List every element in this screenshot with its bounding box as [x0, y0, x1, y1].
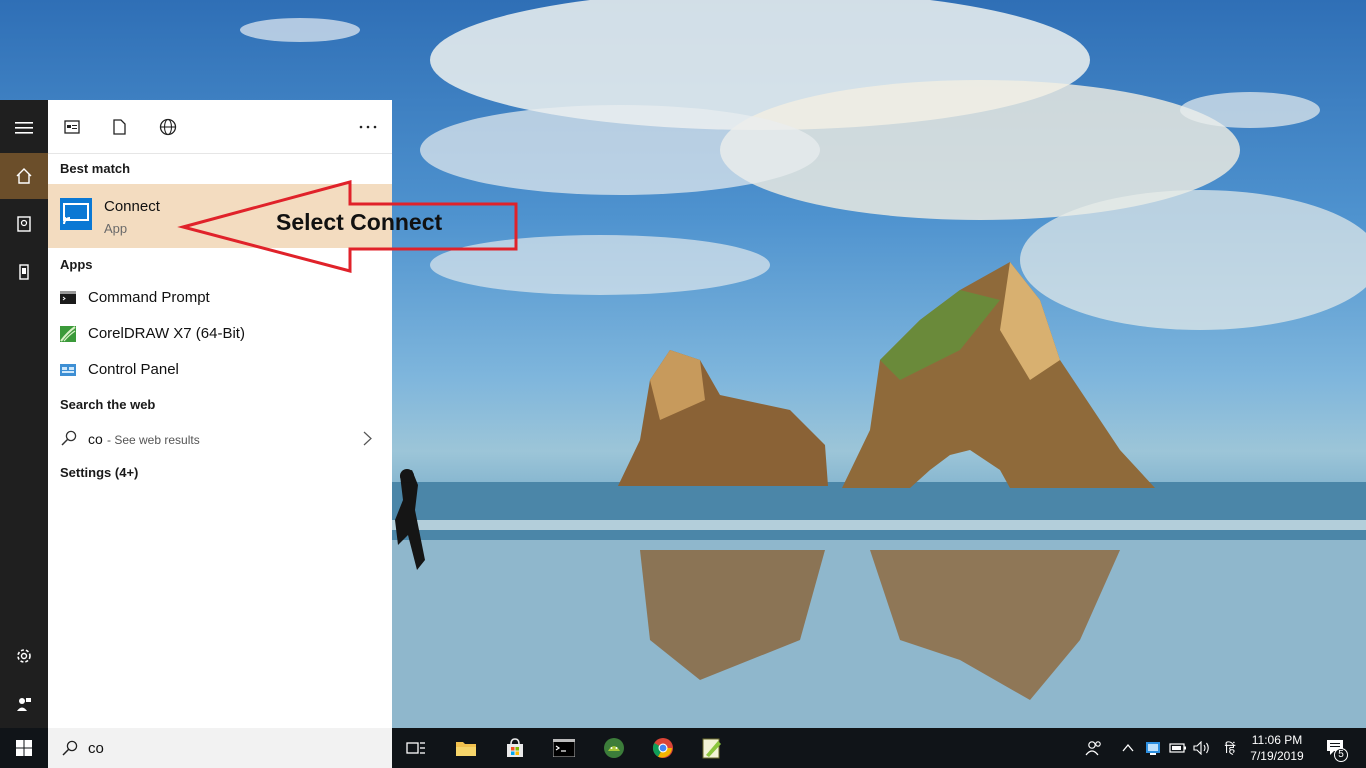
search-filter-bar	[48, 100, 392, 154]
people-icon	[1085, 741, 1101, 756]
control-panel-icon	[60, 364, 76, 376]
apps-filter-button[interactable]	[60, 115, 84, 139]
web-query: co	[88, 431, 103, 447]
start-menu-rail	[0, 100, 48, 728]
device-icon	[19, 264, 29, 280]
network-tray-button[interactable]	[1142, 728, 1164, 768]
battery-button[interactable]	[1167, 728, 1189, 768]
speaker-icon	[1193, 741, 1209, 755]
windows-logo-icon	[16, 740, 32, 756]
task-view-button[interactable]	[394, 728, 438, 768]
taskbar: co हिं 11:06 PM 7/19/2019 5	[0, 728, 1366, 768]
folder-icon	[456, 742, 476, 756]
editor-app-button[interactable]	[690, 728, 734, 768]
expand-menu-button[interactable]	[0, 105, 48, 151]
chrome-button[interactable]	[641, 728, 685, 768]
connect-app-icon	[60, 198, 92, 230]
input-language-indicator[interactable]: हिं	[1219, 728, 1241, 768]
document-icon	[112, 119, 126, 135]
apps-filter-icon	[64, 120, 80, 134]
home-button[interactable]	[0, 153, 48, 199]
people-button[interactable]	[1081, 728, 1107, 768]
store-button[interactable]	[493, 728, 537, 768]
feedback-button[interactable]	[0, 681, 48, 727]
chevron-up-icon	[1122, 744, 1134, 752]
battery-icon	[1169, 743, 1186, 753]
store-bag-icon	[507, 738, 523, 757]
search-results-panel: Best match Connect App Apps Command Prom…	[48, 100, 392, 728]
chevron-right-icon	[363, 431, 372, 446]
task-view-icon	[406, 742, 425, 754]
more-options-button[interactable]	[356, 115, 380, 139]
hamburger-icon	[15, 122, 33, 134]
web-filter-button[interactable]	[156, 115, 180, 139]
command-prompt-icon	[60, 291, 76, 304]
search-icon	[61, 430, 77, 446]
devices-button[interactable]	[0, 249, 48, 295]
coreldraw-icon	[60, 326, 76, 342]
globe-icon	[159, 118, 177, 136]
android-studio-button[interactable]	[592, 728, 636, 768]
search-web-heading: Search the web	[60, 397, 156, 412]
start-button[interactable]	[2, 728, 46, 768]
app-result-coreldraw[interactable]: CorelDRAW X7 (64-Bit)	[48, 317, 392, 351]
web-search-result[interactable]: co - See web results	[48, 422, 392, 456]
documents-button[interactable]	[0, 201, 48, 247]
annotation-label: Select Connect	[276, 209, 443, 235]
search-input[interactable]: co	[88, 740, 104, 757]
settings-button[interactable]	[0, 633, 48, 679]
web-result-suffix: - See web results	[107, 433, 200, 447]
best-match-type: App	[104, 221, 128, 236]
documents-filter-button[interactable]	[107, 115, 131, 139]
notepad-plus-icon	[702, 738, 721, 759]
settings-heading[interactable]: Settings (4+)	[60, 465, 138, 480]
app-name: CorelDRAW X7 (64-Bit)	[88, 325, 245, 342]
person-feedback-icon	[17, 698, 31, 711]
best-match-name: Connect	[104, 198, 160, 215]
show-hidden-icons-button[interactable]	[1118, 728, 1138, 768]
apps-heading: Apps	[60, 257, 93, 272]
home-icon	[16, 168, 32, 184]
taskbar-search-box[interactable]: co	[48, 728, 392, 768]
volume-button[interactable]	[1190, 728, 1214, 768]
gear-icon	[17, 649, 31, 663]
notification-count-badge: 5	[1334, 748, 1348, 762]
android-studio-icon	[604, 738, 624, 758]
action-center-button[interactable]: 5	[1316, 728, 1356, 768]
documents-icon	[17, 216, 31, 232]
app-result-command-prompt[interactable]: Command Prompt	[48, 281, 392, 315]
command-prompt-taskbar-button[interactable]	[542, 728, 586, 768]
file-explorer-button[interactable]	[444, 728, 488, 768]
search-icon	[62, 740, 78, 756]
best-match-heading: Best match	[60, 161, 131, 176]
clock-time: 11:06 PM	[1251, 733, 1303, 747]
app-name: Control Panel	[88, 361, 179, 378]
app-result-control-panel[interactable]: Control Panel	[48, 353, 392, 387]
clock-date: 7/19/2019	[1250, 749, 1304, 763]
clock[interactable]: 11:06 PM 7/19/2019	[1244, 728, 1310, 768]
command-prompt-icon	[553, 739, 575, 757]
chrome-icon	[652, 738, 673, 758]
network-icon	[1146, 742, 1160, 755]
app-name: Command Prompt	[88, 289, 210, 306]
more-dots-icon	[359, 125, 377, 129]
